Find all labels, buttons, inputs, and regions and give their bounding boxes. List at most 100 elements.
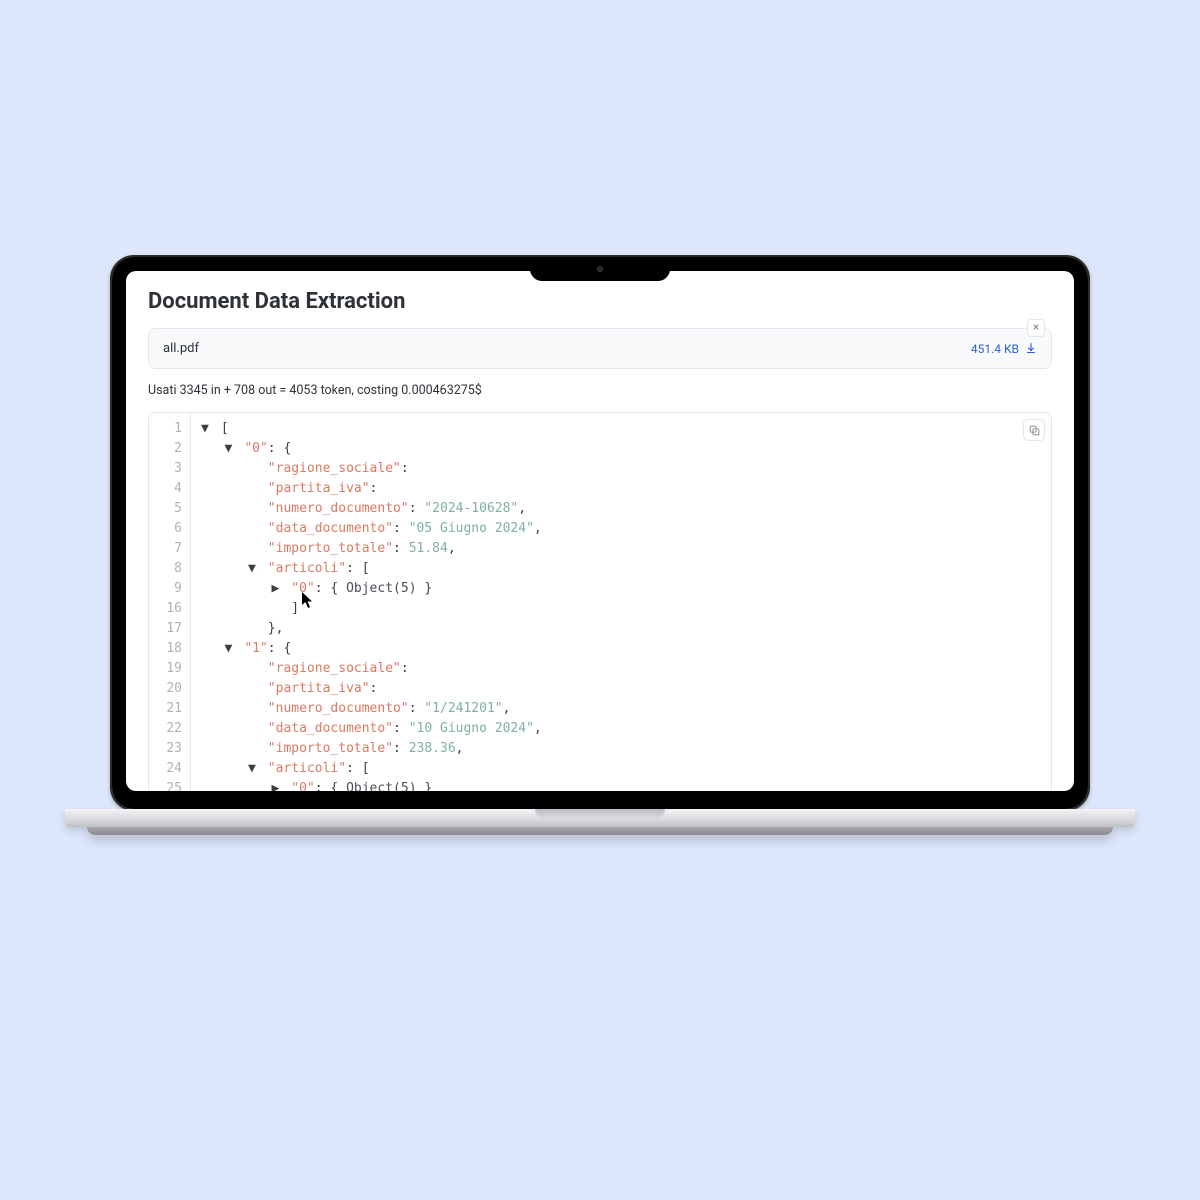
caret-right-icon[interactable]: ▶ <box>271 779 283 791</box>
code-token: "ragione_sociale" <box>268 661 401 676</box>
code-token: , <box>448 541 456 556</box>
code-area[interactable]: 123456789161718192021222324253233 ▼ [ ▼ … <box>149 413 1051 791</box>
code-line[interactable]: "partita_iva": <box>201 679 542 699</box>
line-number: 2 <box>163 439 182 459</box>
code-line[interactable]: "data_documento": "10 Giugno 2024", <box>201 719 542 739</box>
code-token: : <box>315 581 331 596</box>
code-token: : <box>393 541 409 556</box>
code-token: : <box>346 761 362 776</box>
code-line[interactable]: ▼ "articoli": [ <box>201 559 542 579</box>
code-token: 51.84 <box>409 541 448 556</box>
caret-down-icon[interactable]: ▼ <box>201 419 213 439</box>
laptop-base <box>65 809 1135 827</box>
caret-none <box>248 739 260 759</box>
copy-button[interactable] <box>1023 419 1045 441</box>
file-size: 451.4 KB <box>971 342 1019 356</box>
code-content[interactable]: ▼ [ ▼ "0": { "ragione_sociale": "partita… <box>191 413 552 791</box>
laptop-bezel: Document Data Extraction × all.pdf 451.4… <box>110 255 1090 811</box>
code-line[interactable]: ▼ [ <box>201 419 542 439</box>
laptop-mockup: Document Data Extraction × all.pdf 451.4… <box>110 255 1090 835</box>
code-line[interactable]: "ragione_sociale": <box>201 659 542 679</box>
code-token: { <box>283 441 291 456</box>
code-token: "articoli" <box>268 761 346 776</box>
line-number: 20 <box>163 679 182 699</box>
code-token: "importo_totale" <box>268 741 393 756</box>
download-icon[interactable] <box>1025 339 1037 358</box>
line-number-gutter: 123456789161718192021222324253233 <box>149 413 191 791</box>
code-token: : <box>315 781 331 791</box>
code-token: : <box>401 461 409 476</box>
code-line[interactable]: ▼ "articoli": [ <box>201 759 542 779</box>
code-line[interactable]: ▶ "0": { Object(5) } <box>201 779 542 791</box>
code-token: , <box>534 721 542 736</box>
line-number: 19 <box>163 659 182 679</box>
code-token: "numero_documento" <box>268 501 409 516</box>
code-line[interactable]: "numero_documento": "2024-10628", <box>201 499 542 519</box>
caret-none <box>248 519 260 539</box>
caret-none <box>271 599 283 619</box>
line-number: 3 <box>163 459 182 479</box>
code-token: { <box>330 581 346 596</box>
code-token: "0" <box>244 441 267 456</box>
code-token: { <box>283 641 291 656</box>
code-token: [ <box>362 561 370 576</box>
code-token: : <box>393 721 409 736</box>
code-line[interactable]: ] <box>201 599 542 619</box>
code-line[interactable]: "data_documento": "05 Giugno 2024", <box>201 519 542 539</box>
caret-none <box>248 539 260 559</box>
caret-none <box>248 499 260 519</box>
code-line[interactable]: }, <box>201 619 542 639</box>
code-line[interactable]: "numero_documento": "1/241201", <box>201 699 542 719</box>
caret-down-icon[interactable]: ▼ <box>224 639 236 659</box>
code-line[interactable]: ▼ "1": { <box>201 639 542 659</box>
code-line[interactable]: "ragione_sociale": <box>201 459 542 479</box>
laptop-foot <box>87 827 1113 835</box>
code-token: "data_documento" <box>268 721 393 736</box>
line-number: 18 <box>163 639 182 659</box>
code-token: "data_documento" <box>268 521 393 536</box>
code-line[interactable]: ▶ "0": { Object(5) } <box>201 579 542 599</box>
line-number: 9 <box>163 579 182 599</box>
file-card: × all.pdf 451.4 KB <box>148 328 1052 369</box>
line-number: 21 <box>163 699 182 719</box>
code-token: , <box>518 501 526 516</box>
code-token: } <box>417 581 433 596</box>
code-token: "0" <box>291 781 314 791</box>
app: Document Data Extraction × all.pdf 451.4… <box>126 271 1074 791</box>
line-number: 5 <box>163 499 182 519</box>
file-name: all.pdf <box>163 341 199 356</box>
code-token: ] <box>291 601 299 616</box>
line-number: 7 <box>163 539 182 559</box>
code-token: : <box>268 441 284 456</box>
caret-down-icon[interactable]: ▼ <box>248 559 260 579</box>
laptop-notch <box>530 257 670 281</box>
code-token: "1/241201" <box>424 701 502 716</box>
json-viewer: 123456789161718192021222324253233 ▼ [ ▼ … <box>148 412 1052 791</box>
code-token: [ <box>362 761 370 776</box>
line-number: 22 <box>163 719 182 739</box>
caret-none <box>248 719 260 739</box>
line-number: 23 <box>163 739 182 759</box>
caret-down-icon[interactable]: ▼ <box>224 439 236 459</box>
code-token: : <box>409 701 425 716</box>
code-line[interactable]: "partita_iva": <box>201 479 542 499</box>
code-token: "1" <box>244 641 267 656</box>
caret-none <box>248 699 260 719</box>
caret-down-icon[interactable]: ▼ <box>248 759 260 779</box>
code-token: , <box>456 741 464 756</box>
caret-right-icon[interactable]: ▶ <box>271 579 283 599</box>
code-line[interactable]: "importo_totale": 238.36, <box>201 739 542 759</box>
code-token: "importo_totale" <box>268 541 393 556</box>
code-token: "partita_iva" <box>268 481 370 496</box>
file-close-button[interactable]: × <box>1027 319 1045 337</box>
code-token: : <box>393 741 409 756</box>
code-line[interactable]: ▼ "0": { <box>201 439 542 459</box>
code-token: } <box>417 781 433 791</box>
caret-none <box>248 459 260 479</box>
laptop-screen: Document Data Extraction × all.pdf 451.4… <box>126 271 1074 791</box>
code-token: "10 Giugno 2024" <box>409 721 534 736</box>
code-token: : <box>346 561 362 576</box>
code-line[interactable]: "importo_totale": 51.84, <box>201 539 542 559</box>
code-token: "0" <box>291 581 314 596</box>
line-number: 4 <box>163 479 182 499</box>
